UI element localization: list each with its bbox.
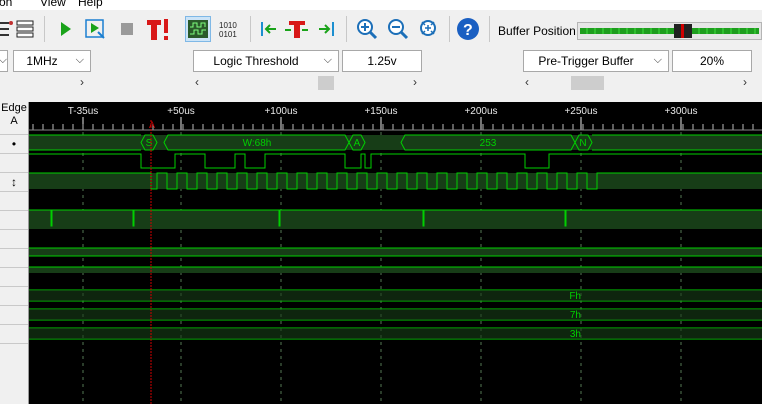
decode-label-write: W:68h <box>243 138 272 149</box>
buffer-position-label: Buffer Position: <box>498 24 580 38</box>
trigger-buffer-select[interactable]: Pre-Trigger Buffer ⌵ <box>523 50 669 72</box>
run-icon[interactable] <box>52 16 78 42</box>
buffer-position-thumb[interactable] <box>674 24 692 38</box>
trigger-buffer-scroll[interactable]: ‹ › <box>523 75 753 91</box>
help-icon[interactable]: ? <box>455 16 481 42</box>
time-tick-label: T-35us <box>68 106 99 117</box>
trigger-buffer-field[interactable]: 20% <box>672 50 752 72</box>
controls-row: ⌵ 1MHz ⌵ › Logic Threshold ⌵ 1.25v ‹ › Pre… <box>0 48 762 102</box>
channel-row-6[interactable] <box>0 229 28 248</box>
svg-text:0101: 0101 <box>219 30 237 39</box>
trigger-buffer-mode: Pre-Trigger Buffer <box>538 54 634 68</box>
channel-row-8[interactable] <box>0 267 28 286</box>
zoom-out-icon[interactable] <box>385 16 411 42</box>
channel-row-9[interactable] <box>0 286 28 305</box>
channel-row-scl[interactable] <box>0 153 28 172</box>
jump-start-icon[interactable] <box>256 16 282 42</box>
decode-label-start: S <box>146 138 153 149</box>
binary-view-icon[interactable]: 1010 0101 <box>216 16 242 42</box>
channel-panel: Edge A • ↕ <box>0 102 29 404</box>
channel-row-5[interactable] <box>0 210 28 229</box>
svg-text:1010: 1010 <box>219 21 237 30</box>
decode-label-data: 253 <box>480 138 497 149</box>
chevron-down-icon: ⌵ <box>323 54 332 66</box>
threshold-value-field[interactable]: 1.25v <box>342 50 422 72</box>
bus-value-3: 3h <box>570 329 581 340</box>
channel-row-sda[interactable]: ↕ <box>0 172 28 191</box>
decode-label-nack: N <box>579 138 586 149</box>
zoom-fit-icon[interactable] <box>416 16 442 42</box>
buffer-position-slider[interactable] <box>577 22 762 40</box>
toolbar: 1010 0101 ? Buffer Position: <box>0 10 762 48</box>
trigger-icon[interactable] <box>145 16 171 42</box>
time-tick-label: +50us <box>167 106 195 117</box>
chevron-right-icon[interactable]: › <box>413 75 417 89</box>
channel-row-7[interactable] <box>0 248 28 267</box>
zoom-in-icon[interactable] <box>354 16 380 42</box>
waveform-view-icon[interactable] <box>185 16 211 42</box>
channel-row-12[interactable] <box>0 343 28 362</box>
time-tick-label: +300us <box>664 106 697 117</box>
menu-bar: on View Help <box>0 0 762 10</box>
rate-left-select[interactable]: ⌵ <box>0 50 8 72</box>
trigger-marker: A <box>149 120 155 130</box>
sample-rate-value: 1MHz <box>26 54 58 68</box>
signal-trace-2 <box>29 153 762 169</box>
jump-end-icon[interactable] <box>313 16 339 42</box>
sample-rate-scroll[interactable]: › <box>0 75 92 91</box>
run-single-icon[interactable] <box>82 16 108 42</box>
time-tick-label: +200us <box>464 106 497 117</box>
channel-row-decoder[interactable]: • <box>0 134 28 153</box>
chevron-left-icon[interactable]: ‹ <box>195 75 199 89</box>
sample-rate-select[interactable]: 1MHz ⌵ <box>13 50 91 72</box>
channel-row-10[interactable] <box>0 305 28 324</box>
chevron-down-icon: ⌵ <box>653 54 662 66</box>
channel-row-11[interactable] <box>0 324 28 343</box>
svg-text:?: ? <box>463 22 473 39</box>
time-tick-label: +100us <box>264 106 297 117</box>
chevron-left-icon[interactable]: ‹ <box>525 75 529 89</box>
time-ruler: T-35us +50us +100us +150us +200us +250us +300u… <box>29 106 762 131</box>
channel-row-4[interactable] <box>0 191 28 210</box>
stop-icon[interactable] <box>114 16 140 42</box>
threshold-mode-select[interactable]: Logic Threshold ⌵ <box>193 50 339 72</box>
device-list-icon[interactable] <box>12 16 38 42</box>
bus-value-1: Fh <box>569 291 581 302</box>
time-tick-label: +150us <box>364 106 397 117</box>
decode-label-ack: A <box>354 138 361 149</box>
threshold-scroll[interactable]: ‹ › <box>193 75 423 91</box>
time-tick-label: +250us <box>564 106 597 117</box>
menu-item-help[interactable]: Help <box>78 0 103 9</box>
menu-item-option[interactable]: on <box>0 0 12 9</box>
menu-item-view[interactable]: View <box>40 0 66 9</box>
waveform-display[interactable]: T-35us +50us +100us +150us +200us +250us +300u… <box>29 102 762 404</box>
threshold-mode-value: Logic Threshold <box>213 54 299 68</box>
edge-header: Edge A <box>1 102 27 127</box>
bus-value-2: 7h <box>570 310 581 321</box>
chevron-right-icon[interactable]: › <box>80 75 84 89</box>
chevron-right-icon[interactable]: › <box>743 75 747 89</box>
chevron-down-icon: ⌵ <box>75 54 84 66</box>
jump-trigger-icon[interactable] <box>284 16 310 42</box>
